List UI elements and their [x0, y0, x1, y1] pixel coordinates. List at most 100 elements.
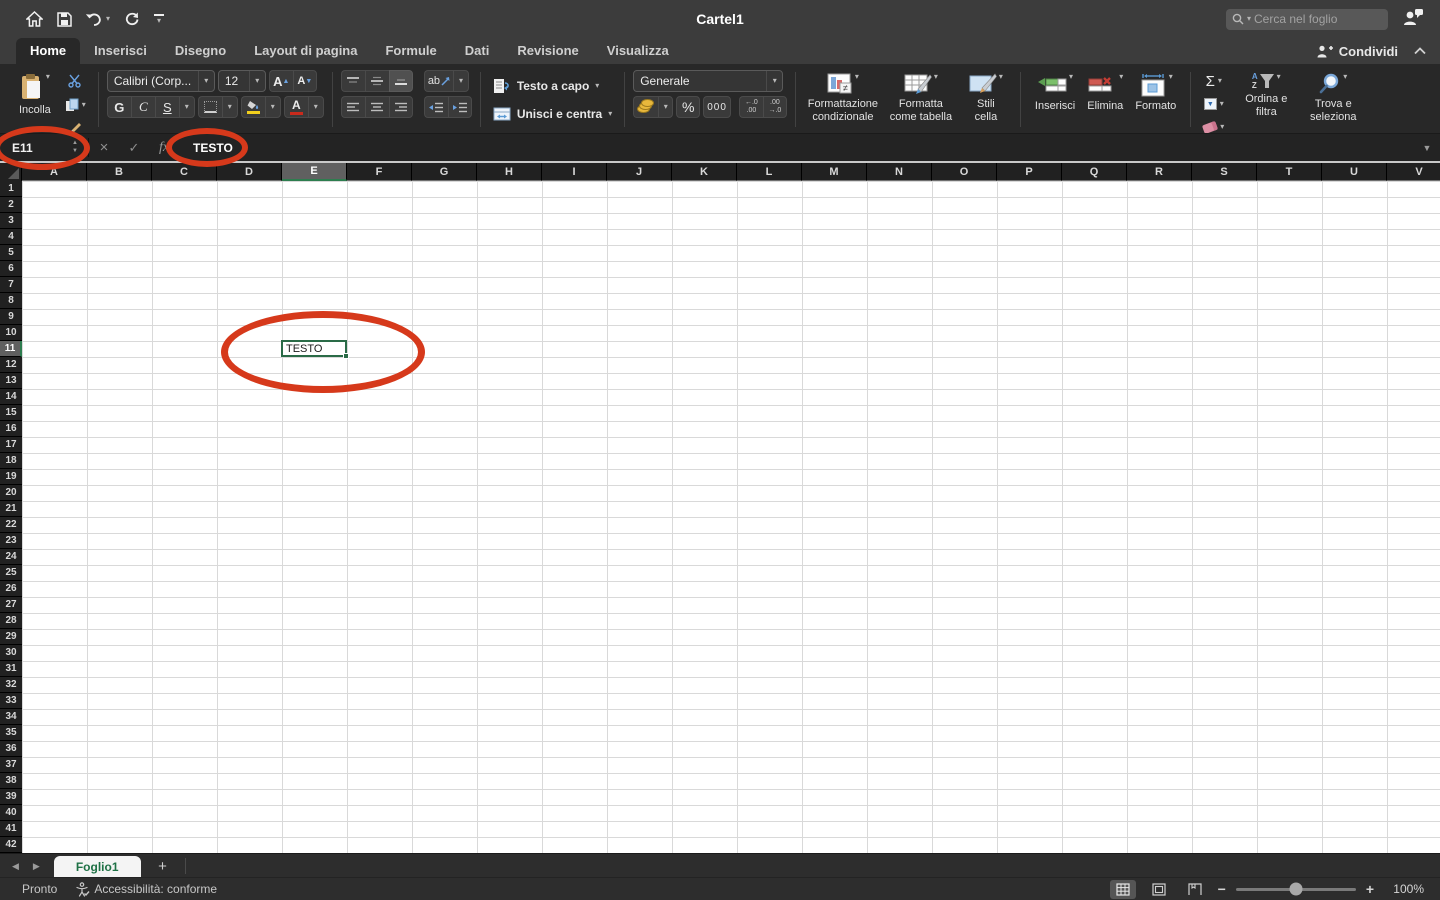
column-header-S[interactable]: S — [1192, 163, 1257, 181]
underline-caret-button[interactable]: ▾ — [179, 96, 195, 118]
cut-button[interactable] — [61, 70, 90, 92]
row-header-7[interactable]: 7 — [0, 277, 22, 293]
column-header-V[interactable]: V — [1387, 163, 1440, 181]
expand-formula-bar-icon[interactable]: ▼ — [1414, 134, 1440, 161]
delete-cells-button[interactable]: ▾ Elimina — [1081, 70, 1129, 116]
save-icon[interactable] — [57, 12, 72, 27]
borders-button[interactable] — [198, 96, 222, 118]
confirm-entry-button[interactable]: ✓ — [119, 134, 149, 161]
sheet-tab-foglio1[interactable]: Foglio1 — [54, 856, 141, 877]
fill-color-caret-button[interactable]: ▾ — [265, 96, 281, 118]
home-icon[interactable] — [26, 11, 43, 27]
find-select-button[interactable]: ▾ Trova e seleziona — [1298, 70, 1368, 126]
undo-button[interactable]: ▾ — [86, 12, 110, 27]
column-header-O[interactable]: O — [932, 163, 997, 181]
borders-caret-button[interactable]: ▾ — [222, 96, 238, 118]
row-header-4[interactable]: 4 — [0, 229, 22, 245]
column-header-H[interactable]: H — [477, 163, 542, 181]
orientation-caret-button[interactable]: ▾ — [453, 70, 469, 92]
row-header-22[interactable]: 22 — [0, 517, 22, 533]
sort-filter-button[interactable]: AZ ▾ Ordina e filtra — [1234, 70, 1298, 121]
row-header-15[interactable]: 15 — [0, 405, 22, 421]
insert-cells-caret-icon[interactable]: ▾ — [1069, 73, 1073, 81]
search-input[interactable]: ▾ Cerca nel foglio — [1226, 9, 1388, 30]
row-header-13[interactable]: 13 — [0, 373, 22, 389]
row-header-9[interactable]: 9 — [0, 309, 22, 325]
comments-people-icon[interactable] — [1402, 8, 1424, 31]
fill-button[interactable]: ▼▾ — [1199, 93, 1228, 115]
tab-home[interactable]: Home — [16, 38, 80, 64]
row-header-6[interactable]: 6 — [0, 261, 22, 277]
zoom-in-button[interactable]: + — [1366, 881, 1374, 897]
autosum-button[interactable]: Σ▾ — [1199, 70, 1228, 92]
wrap-text-button[interactable]: Testo a capo ▾ — [489, 74, 603, 98]
column-header-K[interactable]: K — [672, 163, 737, 181]
sheet-nav-left-icon[interactable]: ◀ — [12, 861, 19, 872]
row-header-3[interactable]: 3 — [0, 213, 22, 229]
copy-button[interactable]: ▾ — [61, 94, 90, 116]
column-header-R[interactable]: R — [1127, 163, 1192, 181]
add-sheet-button[interactable]: + — [141, 856, 185, 877]
font-size-combo[interactable]: 12 ▾ — [218, 70, 266, 92]
row-header-23[interactable]: 23 — [0, 533, 22, 549]
row-header-16[interactable]: 16 — [0, 421, 22, 437]
thousands-button[interactable]: 000 — [703, 96, 731, 118]
column-header-L[interactable]: L — [737, 163, 802, 181]
increase-decimal-button[interactable]: ←.0.00 — [739, 96, 763, 118]
copy-caret-icon[interactable]: ▾ — [82, 101, 86, 109]
sheet-nav-right-icon[interactable]: ▶ — [33, 861, 40, 872]
insert-function-button[interactable]: fx — [149, 134, 179, 161]
conditional-formatting-button[interactable]: ≠ ▾ Formattazione condizionale — [804, 70, 882, 126]
column-header-M[interactable]: M — [802, 163, 867, 181]
align-middle-button[interactable] — [365, 70, 389, 92]
cell-styles-button[interactable]: ▾ Stili cella — [960, 70, 1012, 126]
column-header-F[interactable]: F — [347, 163, 412, 181]
zoom-slider[interactable] — [1236, 888, 1356, 891]
row-header-42[interactable]: 42 — [0, 837, 22, 853]
tab-dati[interactable]: Dati — [451, 38, 504, 64]
row-header-41[interactable]: 41 — [0, 821, 22, 837]
sort-filter-caret-icon[interactable]: ▾ — [1277, 73, 1281, 81]
column-header-C[interactable]: C — [152, 163, 217, 181]
row-header-30[interactable]: 30 — [0, 645, 22, 661]
column-header-B[interactable]: B — [87, 163, 152, 181]
column-header-A[interactable]: A — [22, 163, 87, 181]
row-header-11[interactable]: 11 — [0, 341, 22, 357]
row-header-38[interactable]: 38 — [0, 773, 22, 789]
row-header-25[interactable]: 25 — [0, 565, 22, 581]
cell-styles-caret-icon[interactable]: ▾ — [999, 73, 1003, 81]
column-header-N[interactable]: N — [867, 163, 932, 181]
find-select-caret-icon[interactable]: ▾ — [1343, 73, 1347, 81]
merge-center-button[interactable]: Unisci e centra ▾ — [489, 102, 616, 126]
row-header-31[interactable]: 31 — [0, 661, 22, 677]
name-box-stepper[interactable]: ▲▼ — [72, 140, 78, 154]
currency-button[interactable] — [633, 96, 658, 118]
selected-cell[interactable]: TESTO — [281, 340, 347, 357]
row-header-8[interactable]: 8 — [0, 293, 22, 309]
row-header-5[interactable]: 5 — [0, 245, 22, 261]
decrease-indent-button[interactable] — [424, 96, 448, 118]
row-header-28[interactable]: 28 — [0, 613, 22, 629]
row-header-32[interactable]: 32 — [0, 677, 22, 693]
align-bottom-button[interactable] — [389, 70, 413, 92]
align-top-button[interactable] — [341, 70, 365, 92]
column-header-T[interactable]: T — [1257, 163, 1322, 181]
row-header-35[interactable]: 35 — [0, 725, 22, 741]
grow-font-button[interactable]: A▲ — [269, 70, 293, 92]
tab-disegno[interactable]: Disegno — [161, 38, 240, 64]
row-header-37[interactable]: 37 — [0, 757, 22, 773]
row-header-33[interactable]: 33 — [0, 693, 22, 709]
column-header-J[interactable]: J — [607, 163, 672, 181]
tab-layout-di-pagina[interactable]: Layout di pagina — [240, 38, 371, 64]
row-header-21[interactable]: 21 — [0, 501, 22, 517]
formula-input[interactable]: TESTO — [179, 134, 1414, 161]
page-layout-view-button[interactable] — [1146, 880, 1172, 899]
row-header-17[interactable]: 17 — [0, 437, 22, 453]
shrink-font-button[interactable]: A▼ — [293, 70, 317, 92]
wrap-text-caret-icon[interactable]: ▾ — [595, 82, 599, 90]
font-color-button[interactable]: A — [284, 96, 308, 118]
conditional-caret-icon[interactable]: ▾ — [855, 73, 859, 81]
column-header-P[interactable]: P — [997, 163, 1062, 181]
row-header-26[interactable]: 26 — [0, 581, 22, 597]
tab-revisione[interactable]: Revisione — [503, 38, 592, 64]
